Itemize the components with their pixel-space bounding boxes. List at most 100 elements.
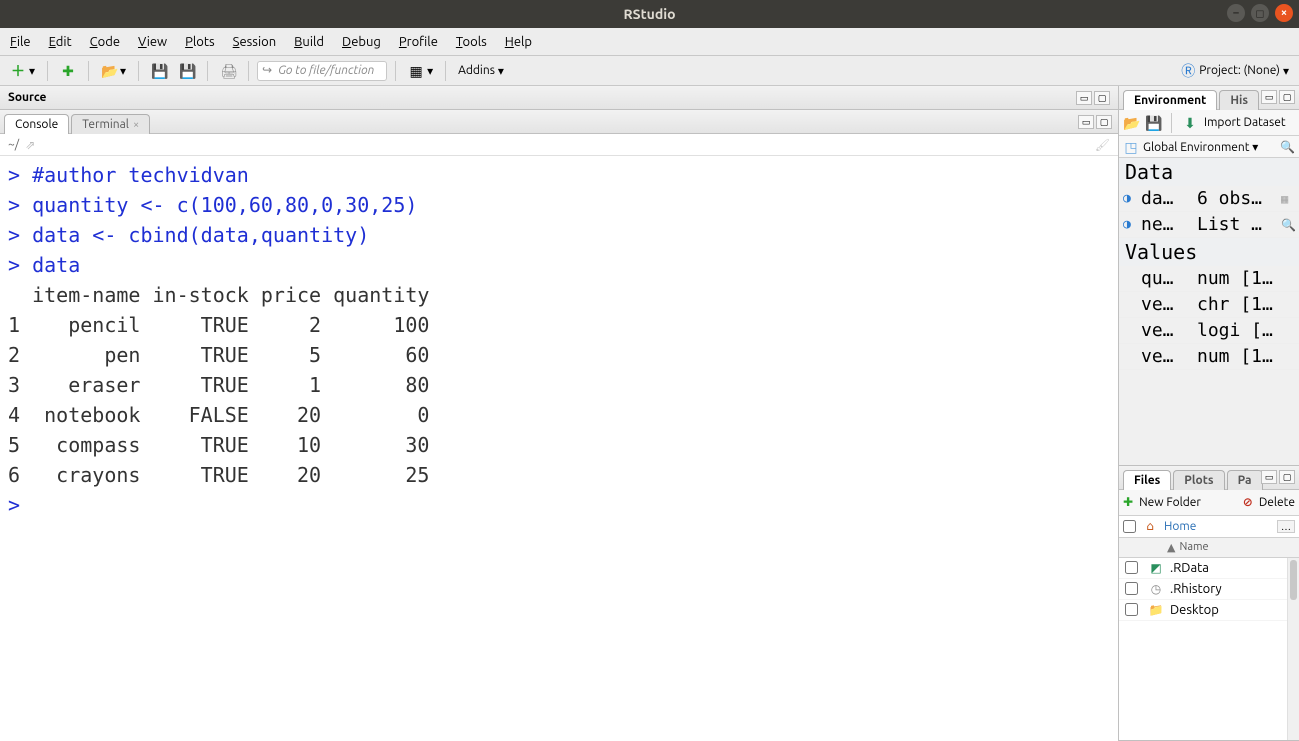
env-search-icon[interactable]: 🔍 [1280,140,1295,154]
save-button[interactable]: 💾 [147,61,171,81]
file-checkbox[interactable] [1125,603,1138,616]
menu-profile[interactable]: Profile [399,35,438,49]
menu-edit[interactable]: Edit [49,35,72,49]
env-value-row[interactable]: qu…num [1… [1119,266,1299,292]
tab-history[interactable]: His [1219,90,1259,110]
env-var-name: da… [1141,188,1193,209]
env-minimize-button[interactable]: ▭ [1261,90,1277,104]
env-data-row[interactable]: ◑ne…List …🔍 [1119,212,1299,238]
console-tabs: Console Terminal× ▭ ▢ [0,110,1118,134]
env-section-values: Values [1119,238,1299,266]
files-breadcrumb: ⌂ Home … [1119,516,1299,538]
new-project-button[interactable]: ✚ [56,61,80,81]
console-maximize-button[interactable]: ▢ [1096,115,1112,129]
console-minimize-button[interactable]: ▭ [1078,115,1094,129]
files-maximize-button[interactable]: ▢ [1279,470,1295,484]
files-more-button[interactable]: … [1277,520,1295,533]
import-dataset-button[interactable]: Import Dataset [1204,116,1286,129]
print-button[interactable]: 🖨 [216,61,240,81]
file-name[interactable]: .Rhistory [1170,582,1222,596]
env-value-row[interactable]: ve…num [1… [1119,344,1299,370]
source-minimize-button[interactable]: ▭ [1076,91,1092,105]
source-pane-header: Source ▭ ▢ [0,86,1118,110]
delete-icon: ⊘ [1243,495,1253,509]
home-icon: ⌂ [1142,518,1158,534]
env-section-data: Data [1119,158,1299,186]
col-name[interactable]: Name [1179,541,1208,553]
files-columns-header: ▲ Name [1119,538,1299,558]
breadcrumb-home[interactable]: Home [1164,520,1196,533]
env-scope-bar: ◳ Global Environment ▾ 🔍 [1119,136,1299,158]
env-var-value: num [1… [1197,268,1295,289]
addins-menu[interactable]: Addins ▾ [454,62,508,80]
menu-plots[interactable]: Plots [185,35,215,49]
env-maximize-button[interactable]: ▢ [1279,90,1295,104]
menu-debug[interactable]: Debug [342,35,381,49]
console-output[interactable]: > #author techvidvan > quantity <- c(100… [0,156,1118,741]
menu-session[interactable]: Session [233,35,276,49]
folder-open-icon: 📂 [101,63,117,79]
save-workspace-icon[interactable]: 💾 [1145,115,1161,131]
new-file-button[interactable]: ＋▾ [6,61,39,81]
env-value-row[interactable]: ve…logi [… [1119,318,1299,344]
tab-environment[interactable]: Environment [1123,90,1217,110]
load-workspace-icon[interactable]: 📂 [1123,115,1139,131]
file-checkbox[interactable] [1125,561,1138,574]
open-file-button[interactable]: 📂▾ [97,61,130,81]
source-maximize-button[interactable]: ▢ [1094,91,1110,105]
new-folder-icon: ✚ [1123,495,1133,509]
env-data-row[interactable]: ◑da…6 obs…▦ [1119,186,1299,212]
env-var-value: chr [1… [1197,294,1295,315]
menubar: File Edit Code View Plots Session Build … [0,28,1299,56]
sort-indicator-icon[interactable]: ▲ [1167,541,1175,554]
save-all-button[interactable]: 💾 [175,61,199,81]
close-icon[interactable]: × [133,119,139,131]
scope-icon: ◳ [1123,139,1139,155]
file-row[interactable]: ◷.Rhistory [1119,579,1299,600]
window-maximize-button[interactable]: ◻ [1251,4,1269,22]
env-value-row[interactable]: ve…chr [1… [1119,292,1299,318]
table-icon[interactable]: ▦ [1281,192,1295,206]
menu-tools[interactable]: Tools [456,35,487,49]
menu-file[interactable]: File [10,35,31,49]
console-working-dir: ~/ ⇗ 🖌 [0,134,1118,156]
tab-packages[interactable]: Pa [1227,470,1263,490]
expand-icon[interactable]: ◑ [1123,217,1137,232]
file-row[interactable]: ◩ .RData [1119,558,1299,579]
env-scope-select[interactable]: Global Environment ▾ [1143,140,1258,154]
file-name[interactable]: Desktop [1170,603,1219,617]
grid-view-button[interactable]: ▦▾ [404,61,437,81]
tab-console[interactable]: Console [4,114,69,134]
rdata-file-icon: ◩ [1148,560,1164,576]
window-close-button[interactable]: × [1275,4,1293,22]
select-all-checkbox[interactable] [1123,520,1136,533]
env-var-name: ve… [1141,346,1193,367]
window-titlebar: RStudio – ◻ × [0,0,1299,28]
file-name[interactable]: .RData [1170,561,1209,575]
goto-file-input[interactable]: Go to file/function [257,61,387,81]
menu-code[interactable]: Code [90,35,120,49]
window-minimize-button[interactable]: – [1227,4,1245,22]
tab-files[interactable]: Files [1123,470,1171,490]
search-icon[interactable]: 🔍 [1281,218,1295,232]
tab-terminal[interactable]: Terminal× [71,114,150,134]
env-var-name: ne… [1141,214,1193,235]
file-checkbox[interactable] [1125,582,1138,595]
import-dataset-icon: ⬇ [1182,115,1198,131]
tab-plots[interactable]: Plots [1173,470,1224,490]
file-row[interactable]: 📁Desktop [1119,600,1299,621]
print-icon: 🖨 [220,63,236,79]
new-folder-button[interactable]: New Folder [1139,496,1201,509]
files-scrollbar[interactable] [1287,558,1299,740]
env-var-value: num [1… [1197,346,1295,367]
console-popout-icon[interactable]: ⇗ [25,138,35,152]
delete-button[interactable]: Delete [1259,496,1295,509]
clear-console-icon[interactable]: 🖌 [1095,138,1110,152]
save-all-icon: 💾 [179,63,195,79]
menu-help[interactable]: Help [505,35,532,49]
project-menu[interactable]: Ⓡ Project: (None) ▾ [1176,61,1293,81]
menu-view[interactable]: View [138,35,167,49]
expand-icon[interactable]: ◑ [1123,191,1137,206]
menu-build[interactable]: Build [294,35,324,49]
files-minimize-button[interactable]: ▭ [1261,470,1277,484]
